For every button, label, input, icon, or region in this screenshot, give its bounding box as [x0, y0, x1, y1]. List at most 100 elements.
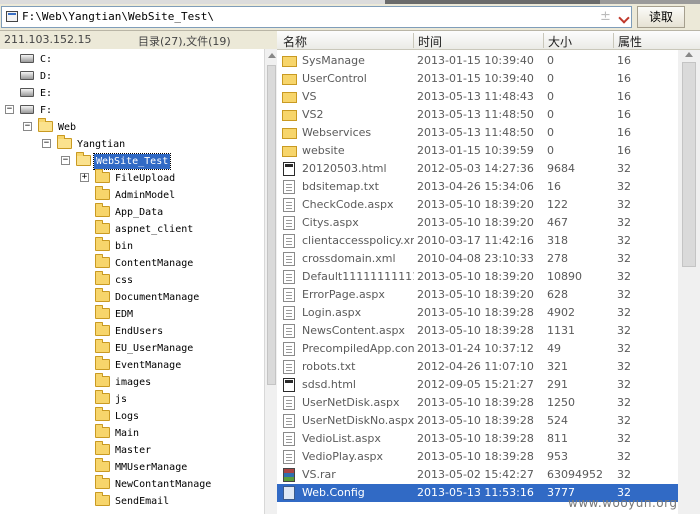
file-name: Webservices: [302, 126, 372, 139]
column-header-name[interactable]: 名称: [283, 33, 307, 50]
file-size: 1250: [547, 396, 575, 409]
file-name: UserNetDiskNo.aspx: [302, 414, 414, 427]
tree-item-label: FileUpload: [115, 173, 176, 184]
tree-folder[interactable]: EU_UserManage: [0, 339, 264, 357]
tree-folder[interactable]: js: [0, 390, 264, 408]
column-header-time[interactable]: 时间: [418, 33, 442, 50]
collapse-icon[interactable]: −: [61, 156, 70, 165]
file-row[interactable]: VS2 2013-05-13 11:48:50 0 16: [277, 106, 678, 124]
column-divider[interactable]: [613, 33, 614, 48]
address-input[interactable]: F:\Web\Yangtian\WebSite_Test\ ±: [1, 6, 632, 28]
tree-drive[interactable]: − F:: [0, 102, 264, 119]
file-name: Default11111111111...: [302, 270, 414, 283]
file-row[interactable]: CheckCode.aspx 2013-05-10 18:39:20 122 32: [277, 196, 678, 214]
folder-tree[interactable]: C: D: E: − F: − Web − Yangtian − WebSite_Test + File…: [0, 49, 264, 514]
file-row[interactable]: VedioPlay.aspx 2013-05-10 18:39:28 953 32: [277, 448, 678, 466]
scroll-up-arrow-icon[interactable]: [268, 53, 276, 58]
file-row[interactable]: Default11111111111...2013-05-10 18:39:20…: [277, 268, 678, 286]
address-path[interactable]: F:\Web\Yangtian\WebSite_Test\: [22, 10, 214, 23]
file-row[interactable]: sdsd.html 2012-09-05 15:21:27 291 32: [277, 376, 678, 394]
read-button[interactable]: 读取: [637, 6, 685, 28]
address-bar: F:\Web\Yangtian\WebSite_Test\ ± 读取: [0, 4, 700, 31]
file-row[interactable]: UserNetDisk.aspx 2013-05-10 18:39:28 1250 3…: [277, 394, 678, 412]
tree-folder-selected[interactable]: − WebSite_Test: [0, 152, 264, 170]
file-list-scroll-thumb[interactable]: [682, 62, 696, 267]
tree-folder[interactable]: DocumentManage: [0, 288, 264, 306]
tree-folder[interactable]: SendEmail: [0, 492, 264, 510]
info-bar: 211.103.152.15 目录(27),文件(19): [0, 31, 277, 49]
drive-icon: [20, 54, 34, 63]
column-header-attr[interactable]: 属性: [618, 33, 642, 50]
file-size: 321: [547, 360, 568, 373]
file-row[interactable]: NewsContent.aspx 2013-05-10 18:39:28 1131 3…: [277, 322, 678, 340]
tree-folder[interactable]: Logs: [0, 407, 264, 425]
tree-folder[interactable]: AdminModel: [0, 186, 264, 204]
tree-folder[interactable]: EventManage: [0, 356, 264, 374]
tree-folder[interactable]: App_Data: [0, 203, 264, 221]
file-row[interactable]: VS 2013-05-13 11:48:43 0 16: [277, 88, 678, 106]
tree-folder[interactable]: css: [0, 271, 264, 289]
tree-drive[interactable]: E:: [0, 85, 264, 102]
file-attr: 32: [617, 306, 631, 319]
file-attr: 32: [617, 360, 631, 373]
file-row[interactable]: UserControl 2013-01-15 10:39:40 0 16: [277, 70, 678, 88]
tree-folder[interactable]: − Web: [0, 118, 264, 136]
tree-folder[interactable]: EDM: [0, 305, 264, 323]
tree-folder[interactable]: aspnet_client: [0, 220, 264, 238]
file-row[interactable]: PrecompiledApp.config2013-01-24 10:37:12…: [277, 340, 678, 358]
expand-icon[interactable]: +: [80, 173, 89, 182]
file-size: 0: [547, 144, 554, 157]
file-row[interactable]: Citys.aspx 2013-05-10 18:39:20 467 32: [277, 214, 678, 232]
tree-folder[interactable]: Master: [0, 441, 264, 459]
file-attr: 16: [617, 90, 631, 103]
column-divider[interactable]: [413, 33, 414, 48]
file-name: bdsitemap.txt: [302, 180, 379, 193]
folder-icon: [95, 475, 110, 489]
file-row[interactable]: website 2013-01-15 10:39:59 0 16: [277, 142, 678, 160]
file-row[interactable]: SysManage 2013-01-15 10:39:40 0 16: [277, 52, 678, 70]
chevron-down-icon[interactable]: [616, 8, 632, 26]
file-time: 2012-09-05 15:21:27: [417, 378, 534, 391]
file-attr: 32: [617, 378, 631, 391]
column-header-size[interactable]: 大小: [548, 33, 572, 50]
file-row[interactable]: Webservices 2013-05-13 11:48:50 0 16: [277, 124, 678, 142]
tree-folder[interactable]: MMUserManage: [0, 458, 264, 476]
column-divider[interactable]: [543, 33, 544, 48]
file-row[interactable]: bdsitemap.txt 2013-04-26 15:34:06 16 32: [277, 178, 678, 196]
tree-item-label: ContentManage: [115, 258, 194, 269]
collapse-icon[interactable]: −: [23, 122, 32, 131]
tree-folder[interactable]: Main: [0, 424, 264, 442]
collapse-icon[interactable]: −: [42, 139, 51, 148]
file-list-scrollbar[interactable]: [678, 50, 700, 514]
folder-icon: [95, 254, 110, 268]
file-name: crossdomain.xml: [302, 252, 396, 265]
file-row[interactable]: ErrorPage.aspx 2013-05-10 18:39:20 628 32: [277, 286, 678, 304]
file-size: 0: [547, 126, 554, 139]
file-attr: 16: [617, 54, 631, 67]
folder-icon: [282, 56, 297, 67]
file-row[interactable]: clientaccesspolicy.xml 2010-03-17 11:42:1…: [277, 232, 678, 250]
tree-drive[interactable]: C:: [0, 51, 264, 68]
tree-folder[interactable]: ContentManage: [0, 254, 264, 272]
tree-scrollbar[interactable]: [264, 49, 277, 514]
file-row[interactable]: crossdomain.xml 2010-04-08 23:10:33 278 32: [277, 250, 678, 268]
file-row[interactable]: robots.txt 2012-04-26 11:07:10 321 32: [277, 358, 678, 376]
scroll-up-arrow-icon[interactable]: [685, 52, 693, 57]
file-row[interactable]: UserNetDiskNo.aspx 2013-05-10 18:39:28 524…: [277, 412, 678, 430]
file-row[interactable]: 20120503.html 2012-05-03 14:27:36 9684 32: [277, 160, 678, 178]
tree-folder[interactable]: + FileUpload: [0, 169, 264, 187]
tree-scroll-thumb[interactable]: [267, 65, 276, 385]
tree-folder[interactable]: − Yangtian: [0, 135, 264, 153]
tree-folder[interactable]: bin: [0, 237, 264, 255]
tree-drive[interactable]: D:: [0, 68, 264, 85]
file-row[interactable]: VS.rar 2013-05-02 15:42:27 63094952 32: [277, 466, 678, 484]
tree-folder[interactable]: EndUsers: [0, 322, 264, 340]
file-size: 0: [547, 108, 554, 121]
drive-icon: [20, 71, 34, 80]
file-row[interactable]: Login.aspx 2013-05-10 18:39:28 4902 32: [277, 304, 678, 322]
tree-folder[interactable]: NewContantManage: [0, 475, 264, 493]
bookmark-toggle[interactable]: ±: [600, 9, 611, 24]
tree-folder[interactable]: images: [0, 373, 264, 391]
collapse-icon[interactable]: −: [5, 105, 14, 114]
file-row[interactable]: VedioList.aspx 2013-05-10 18:39:28 811 32: [277, 430, 678, 448]
